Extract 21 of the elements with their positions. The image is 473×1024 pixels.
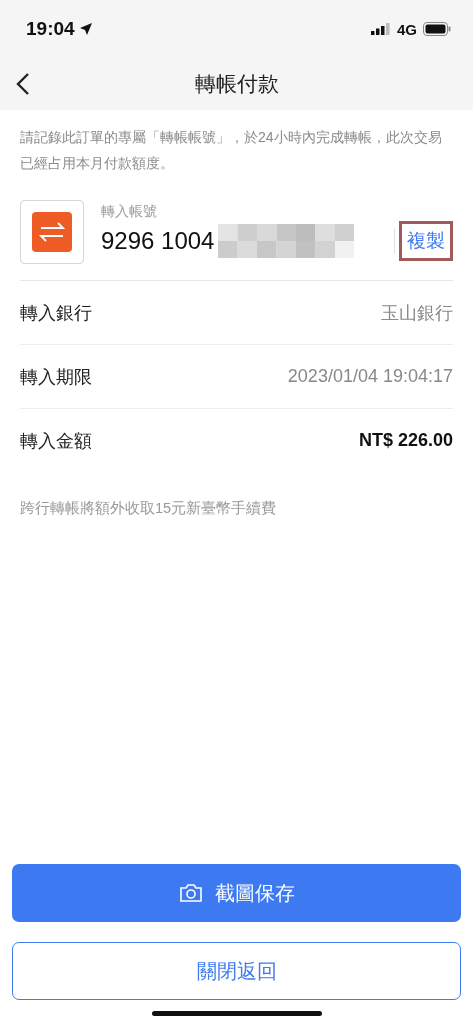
fee-note: 跨行轉帳將額外收取15元新臺幣手續費	[20, 499, 278, 518]
row-label: 轉入銀行	[20, 301, 92, 325]
camera-icon	[178, 883, 203, 903]
row-value: NT$ 226.00	[358, 430, 453, 451]
account-label: 轉入帳號	[101, 203, 158, 221]
transfer-arrows-icon	[32, 212, 72, 252]
row-value: 2023/01/04 19:04:17	[287, 366, 453, 387]
status-time: 19:04	[26, 18, 75, 40]
network-label: 4G	[397, 20, 417, 38]
account-number: 9296 1004	[101, 227, 215, 255]
battery-icon	[423, 22, 451, 36]
row-value: 玉山銀行	[381, 301, 453, 325]
row-label: 轉入金額	[20, 429, 92, 453]
notice-text: 請記錄此訂單的專屬「轉帳帳號」，於24小時內完成轉帳，此次交易已經占用本月付款額度。	[20, 128, 443, 173]
row-label: 轉入期限	[20, 365, 92, 389]
location-arrow-icon	[78, 22, 93, 36]
signal-icon	[371, 23, 391, 35]
save-screenshot-button[interactable]: 截圖保存	[12, 864, 461, 922]
copy-button[interactable]: 複製	[399, 221, 453, 261]
page-title: 轉帳付款	[194, 71, 279, 97]
close-button[interactable]: 關閉返回	[12, 942, 461, 1000]
